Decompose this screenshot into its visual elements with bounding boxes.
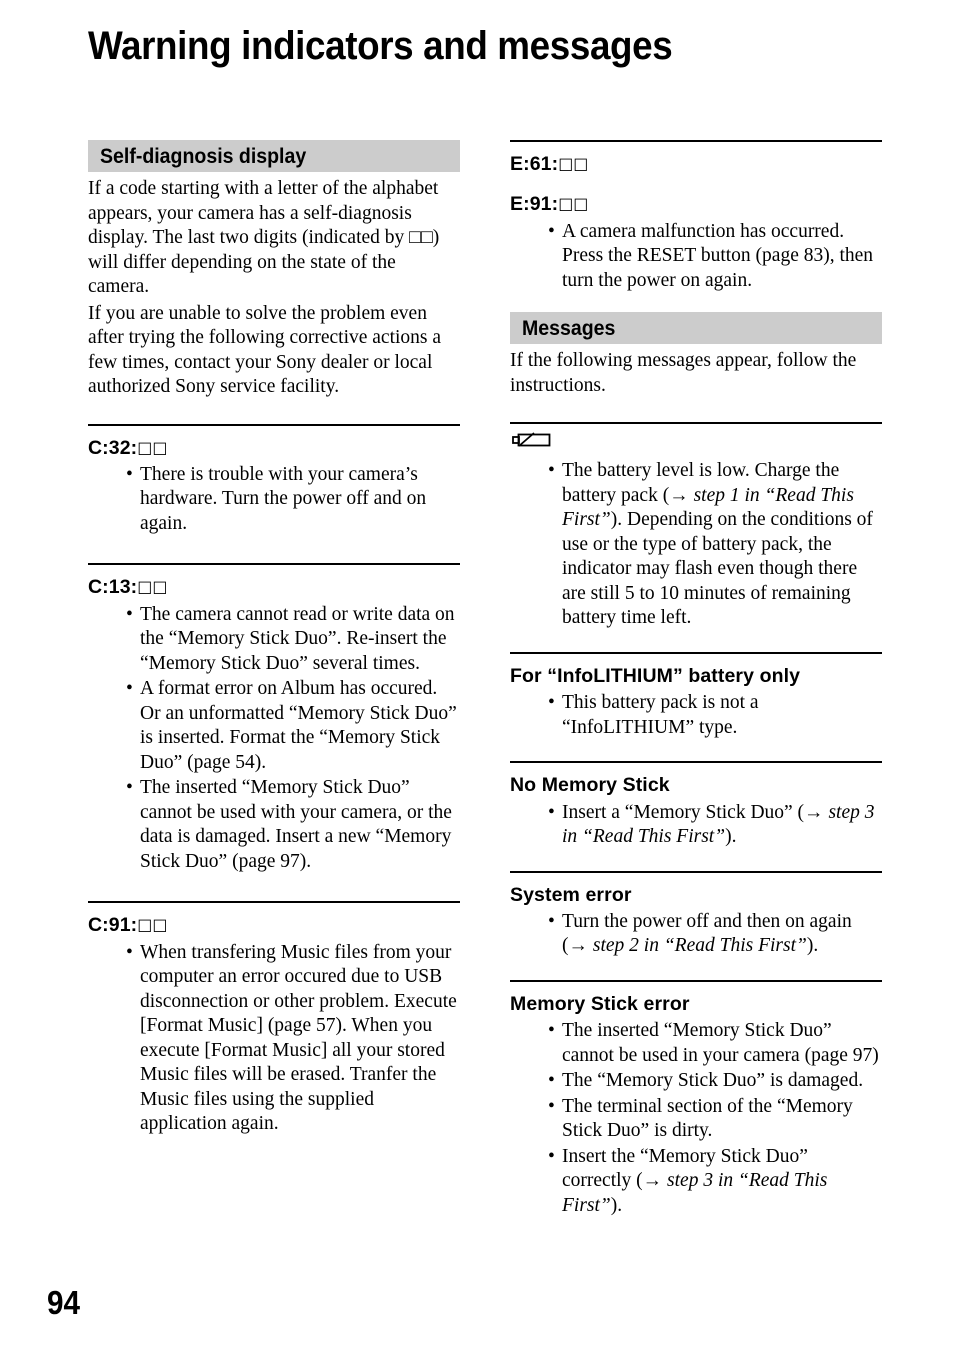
entry-bullet-list: When transfering Music files from your c… <box>88 941 460 1137</box>
bullet-text-italic: step 2 in “Read This First” <box>592 935 807 957</box>
entry-code-prefix: C:91: <box>88 914 138 937</box>
section-banner-label: Self-diagnosis display <box>100 144 307 168</box>
message-infolithium: For “InfoLITHIUM” battery only This batt… <box>510 651 882 761</box>
entry-code-e61: E:61:□□ <box>510 152 882 176</box>
entry-bullet-list: There is trouble with your camera’s hard… <box>88 463 460 537</box>
list-item: The inserted “Memory Stick Duo” cannot b… <box>548 1019 882 1068</box>
entry-code-boxes: □□ <box>137 577 168 597</box>
bullet-text-post: ). <box>610 1194 623 1216</box>
list-item: A format error on Album has occured. Or … <box>126 677 460 775</box>
message-heading: For “InfoLITHIUM” battery only <box>510 664 801 687</box>
entry-code-boxes: □□ <box>137 915 168 935</box>
manual-page: Warning indicators and messages Self-dia… <box>0 0 954 1357</box>
list-item: Turn the power off and then on again (→ … <box>548 910 882 959</box>
page-number: 94 <box>47 1284 81 1321</box>
entry-code-prefix: C:32: <box>88 436 138 459</box>
entry-code-boxes: □□ <box>137 437 168 457</box>
message-system-error: System error Turn the power off and then… <box>510 870 882 980</box>
list-item: Insert the “Memory Stick Duo” correctly … <box>548 1145 882 1219</box>
section-banner-label: Messages <box>522 316 616 340</box>
message-bullet-list: The inserted “Memory Stick Duo” cannot b… <box>510 1019 882 1218</box>
list-item: The battery level is low. Charge the bat… <box>548 459 882 631</box>
bullet-text-post: ). <box>806 935 819 957</box>
list-item: Insert a “Memory Stick Duo” (→ step 3 in… <box>548 801 882 850</box>
entry-code-c32: C:32:□□ <box>88 436 460 460</box>
message-bullet-list: This battery pack is not a “InfoLITHIUM”… <box>510 691 882 740</box>
message-low-battery: The battery level is low. Charge the bat… <box>510 422 882 652</box>
page-title: Warning indicators and messages <box>88 24 673 68</box>
self-diagnosis-intro-paragraph-2: If you are unable to solve the problem e… <box>88 302 442 398</box>
low-battery-icon <box>510 424 882 456</box>
entry-code-prefix: C:13: <box>88 576 138 599</box>
entry-code-e91: E:91:□□ <box>510 192 882 216</box>
bullet-text-pre: The inserted “Memory Stick Duo” cannot b… <box>562 1020 879 1066</box>
list-item: The terminal section of the “Memory Stic… <box>548 1095 882 1144</box>
bullet-text-post: ). <box>725 826 737 847</box>
message-bullet-list: Insert a “Memory Stick Duo” (→ step 3 in… <box>510 801 882 850</box>
messages-intro-paragraph: If the following messages appear, follow… <box>510 350 857 396</box>
message-memory-stick-error: Memory Stick error The inserted “Memory … <box>510 979 882 1218</box>
list-item: The camera cannot read or write data on … <box>126 603 460 677</box>
message-bullet-list: The battery level is low. Charge the bat… <box>510 459 882 631</box>
self-diagnosis-intro-paragraph-1: If a code starting with a letter of the … <box>88 178 440 297</box>
entry-bullet-list: The camera cannot read or write data on … <box>88 603 460 875</box>
list-item: When transfering Music files from your c… <box>126 941 460 1137</box>
right-column: E:61:□□ E:91:□□ A camera malfunction has… <box>510 140 882 1219</box>
bullet-text-pre: This battery pack is not a “InfoLITHIUM”… <box>562 692 759 738</box>
left-column: Self-diagnosis display If a code startin… <box>88 140 460 1138</box>
entry-c32: C:32:□□ There is trouble with your camer… <box>88 423 460 564</box>
entry-code-boxes: □□ <box>558 154 589 173</box>
message-heading: System error <box>510 883 632 906</box>
entry-bullet-list: A camera malfunction has occurred. Press… <box>510 220 882 294</box>
section-banner-messages: Messages <box>510 312 882 345</box>
entry-code-prefix: E:91: <box>510 193 559 216</box>
entry-code-prefix: E:61: <box>510 153 559 175</box>
entry-c13: C:13:□□ The camera cannot read or write … <box>88 563 460 901</box>
message-no-memory-stick: No Memory Stick Insert a “Memory Stick D… <box>510 761 882 870</box>
list-item: This battery pack is not a “InfoLITHIUM”… <box>548 691 882 740</box>
bullet-text-pre: Insert a “Memory Stick Duo” (→ <box>562 801 829 823</box>
message-heading: No Memory Stick <box>510 774 670 797</box>
entry-e61-e91: E:61:□□ E:91:□□ A camera malfunction has… <box>510 140 882 312</box>
entry-code-c13: C:13:□□ <box>88 575 460 599</box>
list-item: The “Memory Stick Duo” is damaged. <box>548 1069 882 1094</box>
entry-c91: C:91:□□ When transfering Music files fro… <box>88 901 460 1136</box>
list-item: A camera malfunction has occurred. Press… <box>548 220 882 294</box>
section-banner-self-diagnosis: Self-diagnosis display <box>88 140 460 172</box>
bullet-text-pre: The terminal section of the “Memory Stic… <box>562 1095 853 1142</box>
entry-code-boxes: □□ <box>558 194 589 214</box>
list-item: There is trouble with your camera’s hard… <box>126 463 460 537</box>
list-item: The inserted “Memory Stick Duo” cannot b… <box>126 776 460 874</box>
entry-code-c91: C:91:□□ <box>88 913 460 937</box>
message-heading: Memory Stick error <box>510 992 690 1015</box>
message-bullet-list: Turn the power off and then on again (→ … <box>510 910 882 959</box>
bullet-text-pre: The “Memory Stick Duo” is damaged. <box>562 1070 864 1092</box>
